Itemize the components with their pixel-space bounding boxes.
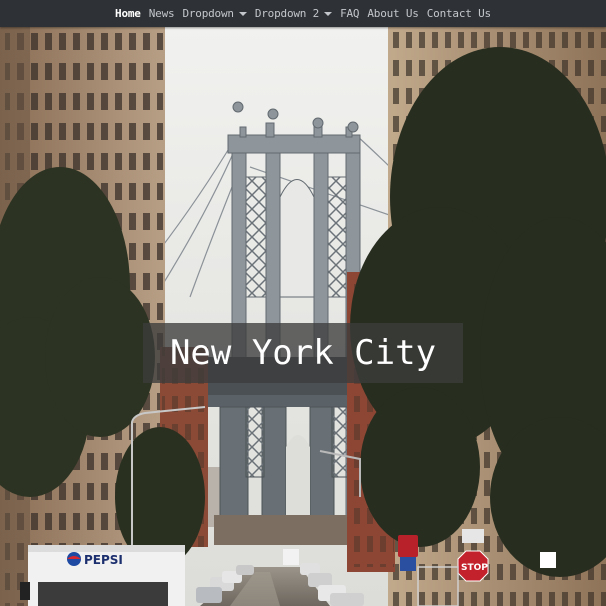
- nav-about-us[interactable]: About Us: [363, 7, 422, 20]
- nav-dropdown-2-label: Dropdown 2: [254, 7, 320, 20]
- pepsi-truck: PEPSI: [20, 545, 185, 606]
- hero-section: PEPSI STOP New York City: [0, 27, 606, 606]
- hero-title: New York City: [143, 323, 463, 383]
- nav-about-us-label: About Us: [367, 7, 419, 20]
- nav-dropdown-2[interactable]: Dropdown 2: [251, 7, 336, 20]
- nav-faq[interactable]: FAQ: [336, 7, 363, 20]
- nav-news-label: News: [148, 7, 175, 20]
- nav-faq-label: FAQ: [340, 7, 360, 20]
- chevron-down-icon: [324, 11, 333, 16]
- nav-news[interactable]: News: [145, 7, 179, 20]
- nav-home-label: Home: [115, 7, 141, 20]
- nav-dropdown[interactable]: Dropdown: [178, 7, 250, 20]
- nav-home[interactable]: Home: [111, 7, 145, 20]
- chevron-down-icon: [238, 11, 247, 16]
- nav-contact-us[interactable]: Contact Us: [423, 7, 495, 20]
- stop-sign-text: STOP: [461, 563, 488, 573]
- hero-background-image: PEPSI STOP: [0, 27, 606, 606]
- top-navbar: Home News Dropdown Dropdown 2 FAQ About …: [0, 0, 606, 27]
- nav-contact-us-label: Contact Us: [426, 7, 491, 20]
- nav-dropdown-label: Dropdown: [182, 7, 234, 20]
- truck-logo-text: PEPSI: [84, 553, 123, 567]
